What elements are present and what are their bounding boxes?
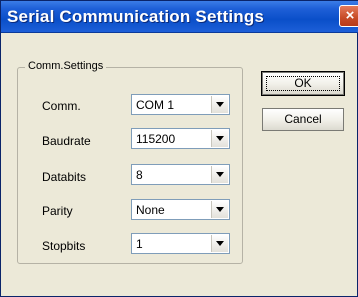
comm-label: Comm.: [42, 99, 81, 113]
baudrate-select[interactable]: 115200: [131, 128, 230, 149]
group-legend: Comm.Settings: [25, 59, 107, 73]
chevron-down-icon[interactable]: [211, 201, 228, 218]
focus-rect: [266, 76, 340, 91]
comm-value: COM 1: [136, 98, 175, 112]
chevron-down-icon[interactable]: [211, 96, 228, 113]
stopbits-label: Stopbits: [42, 239, 86, 253]
chevron-down-icon[interactable]: [211, 166, 228, 183]
chevron-down-icon[interactable]: [211, 235, 228, 252]
cancel-label: Cancel: [284, 112, 322, 126]
chevron-down-icon[interactable]: [211, 130, 228, 147]
stopbits-value: 1: [136, 237, 143, 251]
stopbits-select[interactable]: 1: [131, 233, 230, 254]
parity-value: None: [136, 203, 165, 217]
close-icon: ×: [345, 7, 355, 24]
databits-label: Databits: [42, 170, 87, 184]
ok-button[interactable]: OK: [261, 71, 345, 96]
parity-label: Parity: [42, 204, 73, 218]
comm-select[interactable]: COM 1: [131, 94, 230, 115]
title-bar[interactable]: Serial Communication Settings ×: [1, 1, 358, 33]
baudrate-label: Baudrate: [42, 134, 91, 148]
window-title: Serial Communication Settings: [7, 7, 265, 26]
cancel-button[interactable]: Cancel: [262, 108, 344, 131]
parity-select[interactable]: None: [131, 199, 230, 220]
dialog-window: Serial Communication Settings × Comm.Set…: [0, 0, 358, 297]
baudrate-value: 115200: [136, 132, 176, 146]
databits-select[interactable]: 8: [131, 164, 230, 185]
close-button[interactable]: ×: [339, 5, 358, 27]
databits-value: 8: [136, 168, 143, 182]
